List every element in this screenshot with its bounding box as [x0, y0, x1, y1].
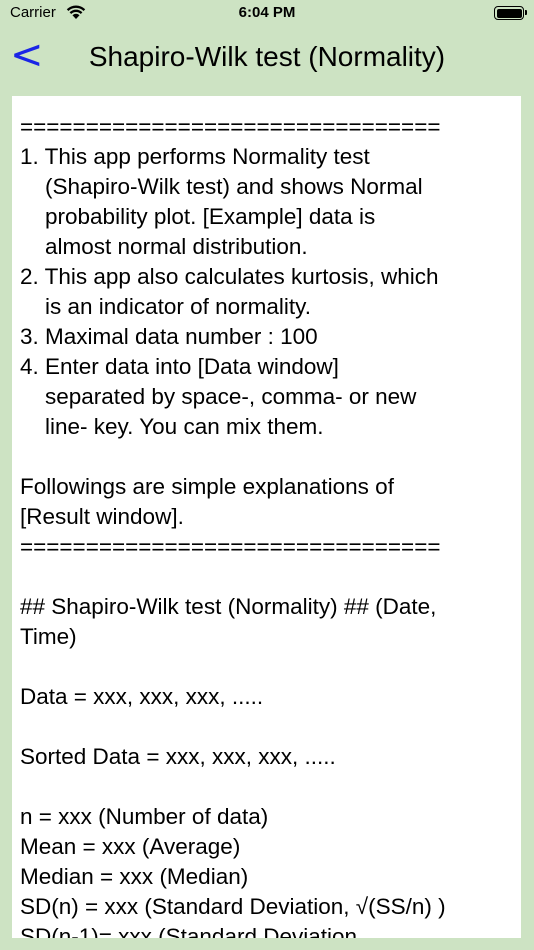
- navigation-bar: < Shapiro-Wilk test (Normality): [0, 28, 534, 84]
- battery-icon: [494, 6, 527, 20]
- help-text-view[interactable]: ================================ 1. This…: [12, 96, 521, 938]
- page-title: Shapiro-Wilk test (Normality): [88, 41, 446, 72]
- status-time: 6:04 PM: [238, 4, 296, 21]
- help-text: ================================ 1. This…: [20, 114, 446, 938]
- status-bar: Carrier 6:04 PM: [0, 0, 534, 28]
